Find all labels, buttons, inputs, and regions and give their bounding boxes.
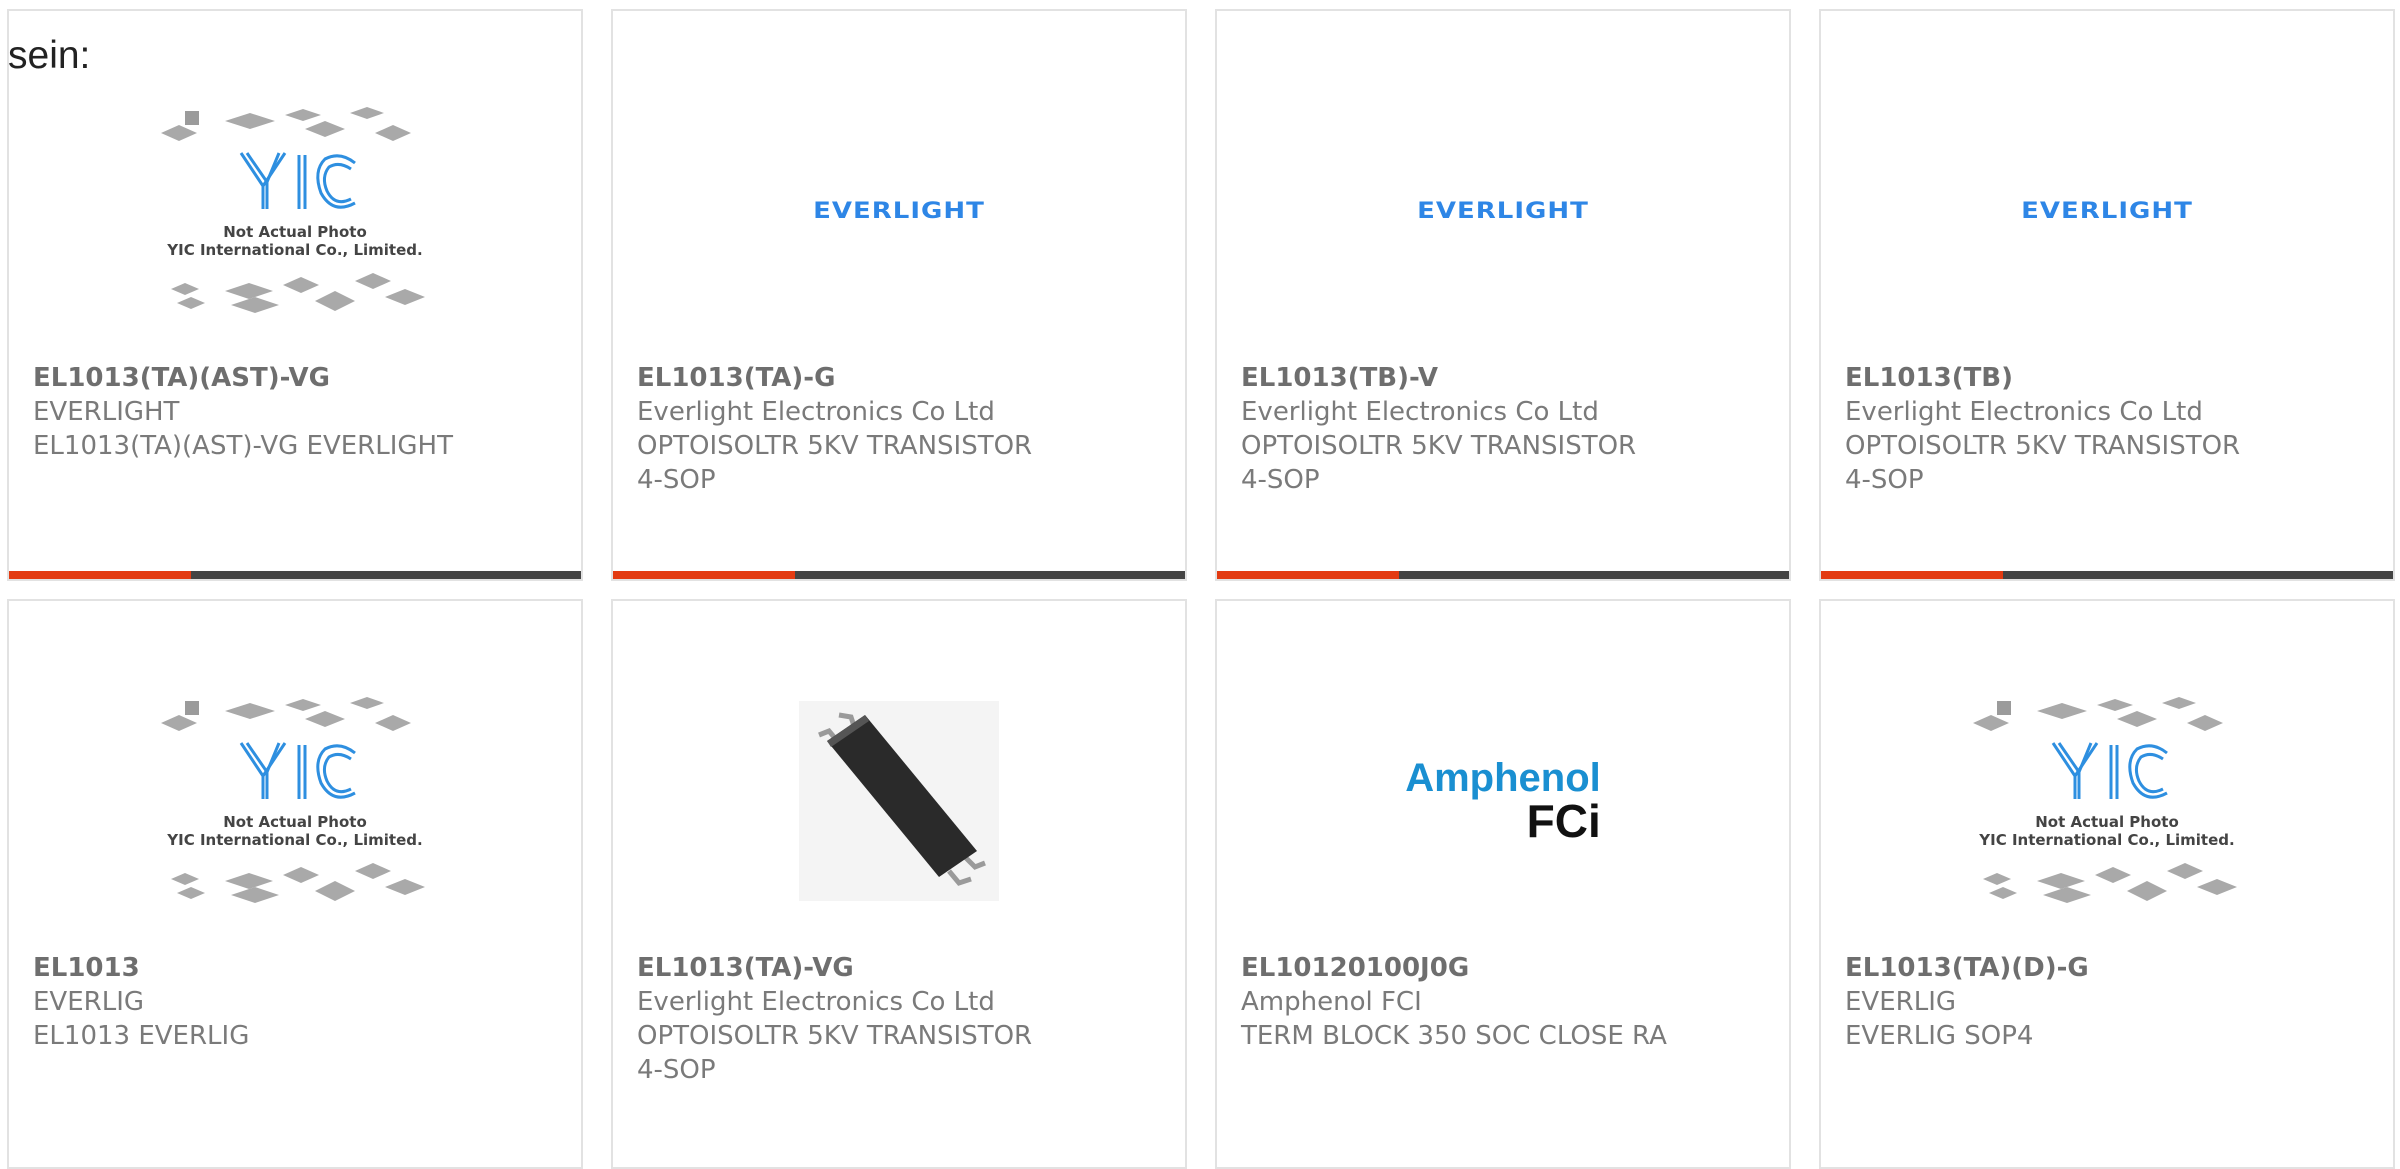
product-description: EL1013(TA)(AST)-VG EVERLIGHT xyxy=(33,431,453,461)
product-image-everlight[interactable]: EVERLIGHT xyxy=(1217,66,1789,356)
product-image-placeholder[interactable]: Not Actual Photo YIC International Co., … xyxy=(9,66,581,356)
card-accent xyxy=(1217,571,1399,579)
product-part-number[interactable]: EL1013 xyxy=(33,951,571,985)
product-image-everlight[interactable]: EVERLIGHT xyxy=(613,66,1185,356)
amphenol-logo-bottom: FCi xyxy=(1526,795,1601,847)
card-bottom-bar xyxy=(9,571,581,579)
product-image-photo[interactable] xyxy=(613,656,1185,946)
product-manufacturer: Amphenol FCI xyxy=(1241,987,1422,1017)
product-description: TERM BLOCK 350 SOC CLOSE RA xyxy=(1241,1021,1667,1051)
product-description: OPTOISOLTR 5KV TRANSISTOR xyxy=(1241,431,1637,461)
yic-placeholder-icon: Not Actual Photo YIC International Co., … xyxy=(1973,697,2237,903)
product-card[interactable]: Amphenol FCi EL10120100J0G Amphenol FCI … xyxy=(1215,599,1791,1169)
card-bottom-bar xyxy=(1217,571,1789,579)
product-description: OPTOISOLTR 5KV TRANSISTOR xyxy=(1845,431,2241,461)
product-part-number[interactable]: EL1013(TB)-V xyxy=(1241,361,1779,395)
product-description-2: 4-SOP xyxy=(1241,465,1320,495)
product-part-number[interactable]: EL1013(TA)(D)-G xyxy=(1845,951,2383,985)
product-description-2: 4-SOP xyxy=(1845,465,1924,495)
product-part-number[interactable]: EL1013(TB) xyxy=(1845,361,2383,395)
card-bottom-bar xyxy=(613,571,1185,579)
amphenol-logo-icon: Amphenol FCi xyxy=(1405,758,1601,844)
yic-line1: Not Actual Photo xyxy=(2035,813,2179,831)
product-card[interactable]: Not Actual Photo YIC International Co., … xyxy=(7,599,583,1169)
product-part-number[interactable]: EL1013(TA)-VG xyxy=(637,951,1175,985)
product-description-2: 4-SOP xyxy=(637,465,716,495)
everlight-logo-icon: EVERLIGHT xyxy=(1417,198,1589,224)
product-image-everlight[interactable]: EVERLIGHT xyxy=(1821,66,2393,356)
product-manufacturer: Everlight Electronics Co Ltd xyxy=(637,397,995,427)
product-description: OPTOISOLTR 5KV TRANSISTOR xyxy=(637,1021,1033,1051)
yic-line2: YIC International Co., Limited. xyxy=(166,831,422,849)
yic-placeholder-icon: Not Actual Photo YIC International Co., … xyxy=(161,697,425,903)
product-manufacturer: Everlight Electronics Co Ltd xyxy=(1241,397,1599,427)
product-manufacturer: EVERLIG xyxy=(33,987,145,1017)
product-image-placeholder[interactable]: Not Actual Photo YIC International Co., … xyxy=(1821,656,2393,946)
everlight-logo-icon: EVERLIGHT xyxy=(813,198,985,224)
product-manufacturer: EVERLIGHT xyxy=(33,397,180,427)
product-card[interactable]: EVERLIGHT EL1013(TA)-G Everlight Electro… xyxy=(611,9,1187,581)
amphenol-logo-top: Amphenol xyxy=(1405,756,1601,800)
product-manufacturer: Everlight Electronics Co Ltd xyxy=(637,987,995,1017)
product-card[interactable]: EVERLIGHT EL1013(TB) Everlight Electroni… xyxy=(1819,9,2395,581)
card-accent xyxy=(9,571,191,579)
product-description: EVERLIG SOP4 xyxy=(1845,1021,2034,1051)
yic-placeholder-icon: Not Actual Photo YIC International Co., … xyxy=(161,107,425,313)
product-card[interactable]: Not Actual Photo YIC International Co., … xyxy=(7,9,583,581)
everlight-logo-icon: EVERLIGHT xyxy=(2021,198,2193,224)
product-part-number[interactable]: EL1013(TA)-G xyxy=(637,361,1175,395)
product-card[interactable]: EL1013(TA)-VG Everlight Electronics Co L… xyxy=(611,599,1187,1169)
yic-line2: YIC International Co., Limited. xyxy=(166,241,422,259)
product-description: OPTOISOLTR 5KV TRANSISTOR xyxy=(637,431,1033,461)
yic-line1: Not Actual Photo xyxy=(223,223,367,241)
yic-line1: Not Actual Photo xyxy=(223,813,367,831)
product-manufacturer: Everlight Electronics Co Ltd xyxy=(1845,397,2203,427)
yic-line2: YIC International Co., Limited. xyxy=(1978,831,2234,849)
ic-chip-icon xyxy=(799,701,999,901)
product-image-placeholder[interactable]: Not Actual Photo YIC International Co., … xyxy=(9,656,581,946)
product-manufacturer: EVERLIG xyxy=(1845,987,1957,1017)
product-description: EL1013 EVERLIG xyxy=(33,1021,250,1051)
product-part-number[interactable]: EL1013(TA)(AST)-VG xyxy=(33,361,571,395)
product-description-2: 4-SOP xyxy=(637,1055,716,1085)
card-accent xyxy=(613,571,795,579)
page-heading: sein: xyxy=(8,34,91,77)
card-bottom-bar xyxy=(1821,571,2393,579)
product-part-number[interactable]: EL10120100J0G xyxy=(1241,951,1779,985)
product-image-amphenol[interactable]: Amphenol FCi xyxy=(1217,656,1789,946)
product-card[interactable]: Not Actual Photo YIC International Co., … xyxy=(1819,599,2395,1169)
card-accent xyxy=(1821,571,2003,579)
product-card[interactable]: EVERLIGHT EL1013(TB)-V Everlight Electro… xyxy=(1215,9,1791,581)
